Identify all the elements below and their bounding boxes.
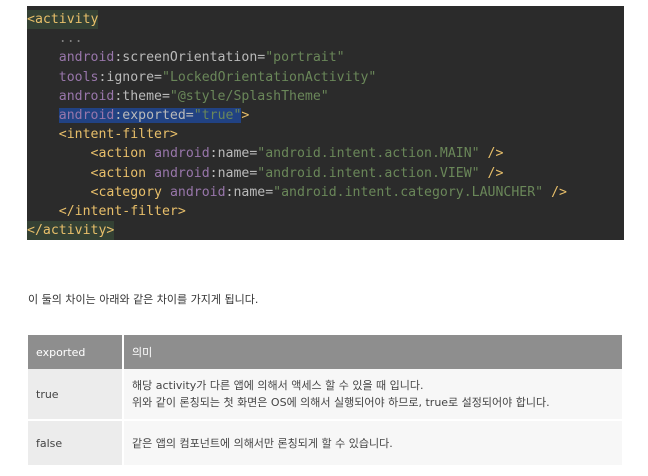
code-line-9: <action android:name="android.intent.act…	[90, 165, 504, 181]
code-line-2: ...	[27, 31, 83, 47]
code-line-12: </activity>	[27, 221, 624, 240]
code-line-8: <action android:name="android.intent.act…	[90, 146, 504, 162]
row-key-true: true	[28, 369, 124, 420]
exported-table: exported 의미 true 해당 activity가 다른 앱에 의해서 …	[28, 335, 622, 465]
code-block: <activity ... android:screenOrientation=…	[27, 6, 624, 240]
intro-paragraph: 이 둘의 차이는 아래와 같은 차이를 가지게 됩니다.	[28, 293, 259, 306]
code-line-4: tools:ignore="LockedOrientationActivity"	[58, 69, 377, 85]
code-line-3: android:screenOrientation="portrait"	[58, 50, 345, 66]
row-desc-false: 같은 앱의 컴포넌트에 의해서만 론칭되게 할 수 있습니다.	[123, 419, 622, 465]
row-key-false: false	[28, 419, 124, 465]
header-meaning: 의미	[123, 335, 622, 369]
table-header-row: exported 의미	[28, 335, 622, 369]
code-line-1: <activity	[27, 10, 624, 30]
code-line-7: <intent-filter>	[58, 127, 178, 143]
code-line-10: <category android:name="android.intent.c…	[90, 184, 567, 200]
desc-line: 같은 앱의 컴포넌트에 의해서만 론칭되게 할 수 있습니다.	[132, 436, 393, 450]
code-line-5: android:theme="@style/SplashTheme"	[58, 88, 329, 104]
table-row: false 같은 앱의 컴포넌트에 의해서만 론칭되게 할 수 있습니다.	[28, 419, 622, 465]
table-row: true 해당 activity가 다른 앱에 의해서 액세스 할 수 있을 때…	[28, 369, 622, 420]
code-line-6: android:exported="true">	[58, 107, 250, 123]
row-desc-true: 해당 activity가 다른 앱에 의해서 액세스 할 수 있을 때 입니다.…	[123, 369, 622, 420]
header-exported: exported	[28, 335, 124, 369]
desc-line: 해당 activity가 다른 앱에 의해서 액세스 할 수 있을 때 입니다.	[132, 379, 424, 392]
desc-line: 위와 같이 론칭되는 첫 화면은 OS에 의해서 실행되어야 하므로, true…	[132, 396, 550, 409]
code-line-11: </intent-filter>	[58, 203, 186, 219]
